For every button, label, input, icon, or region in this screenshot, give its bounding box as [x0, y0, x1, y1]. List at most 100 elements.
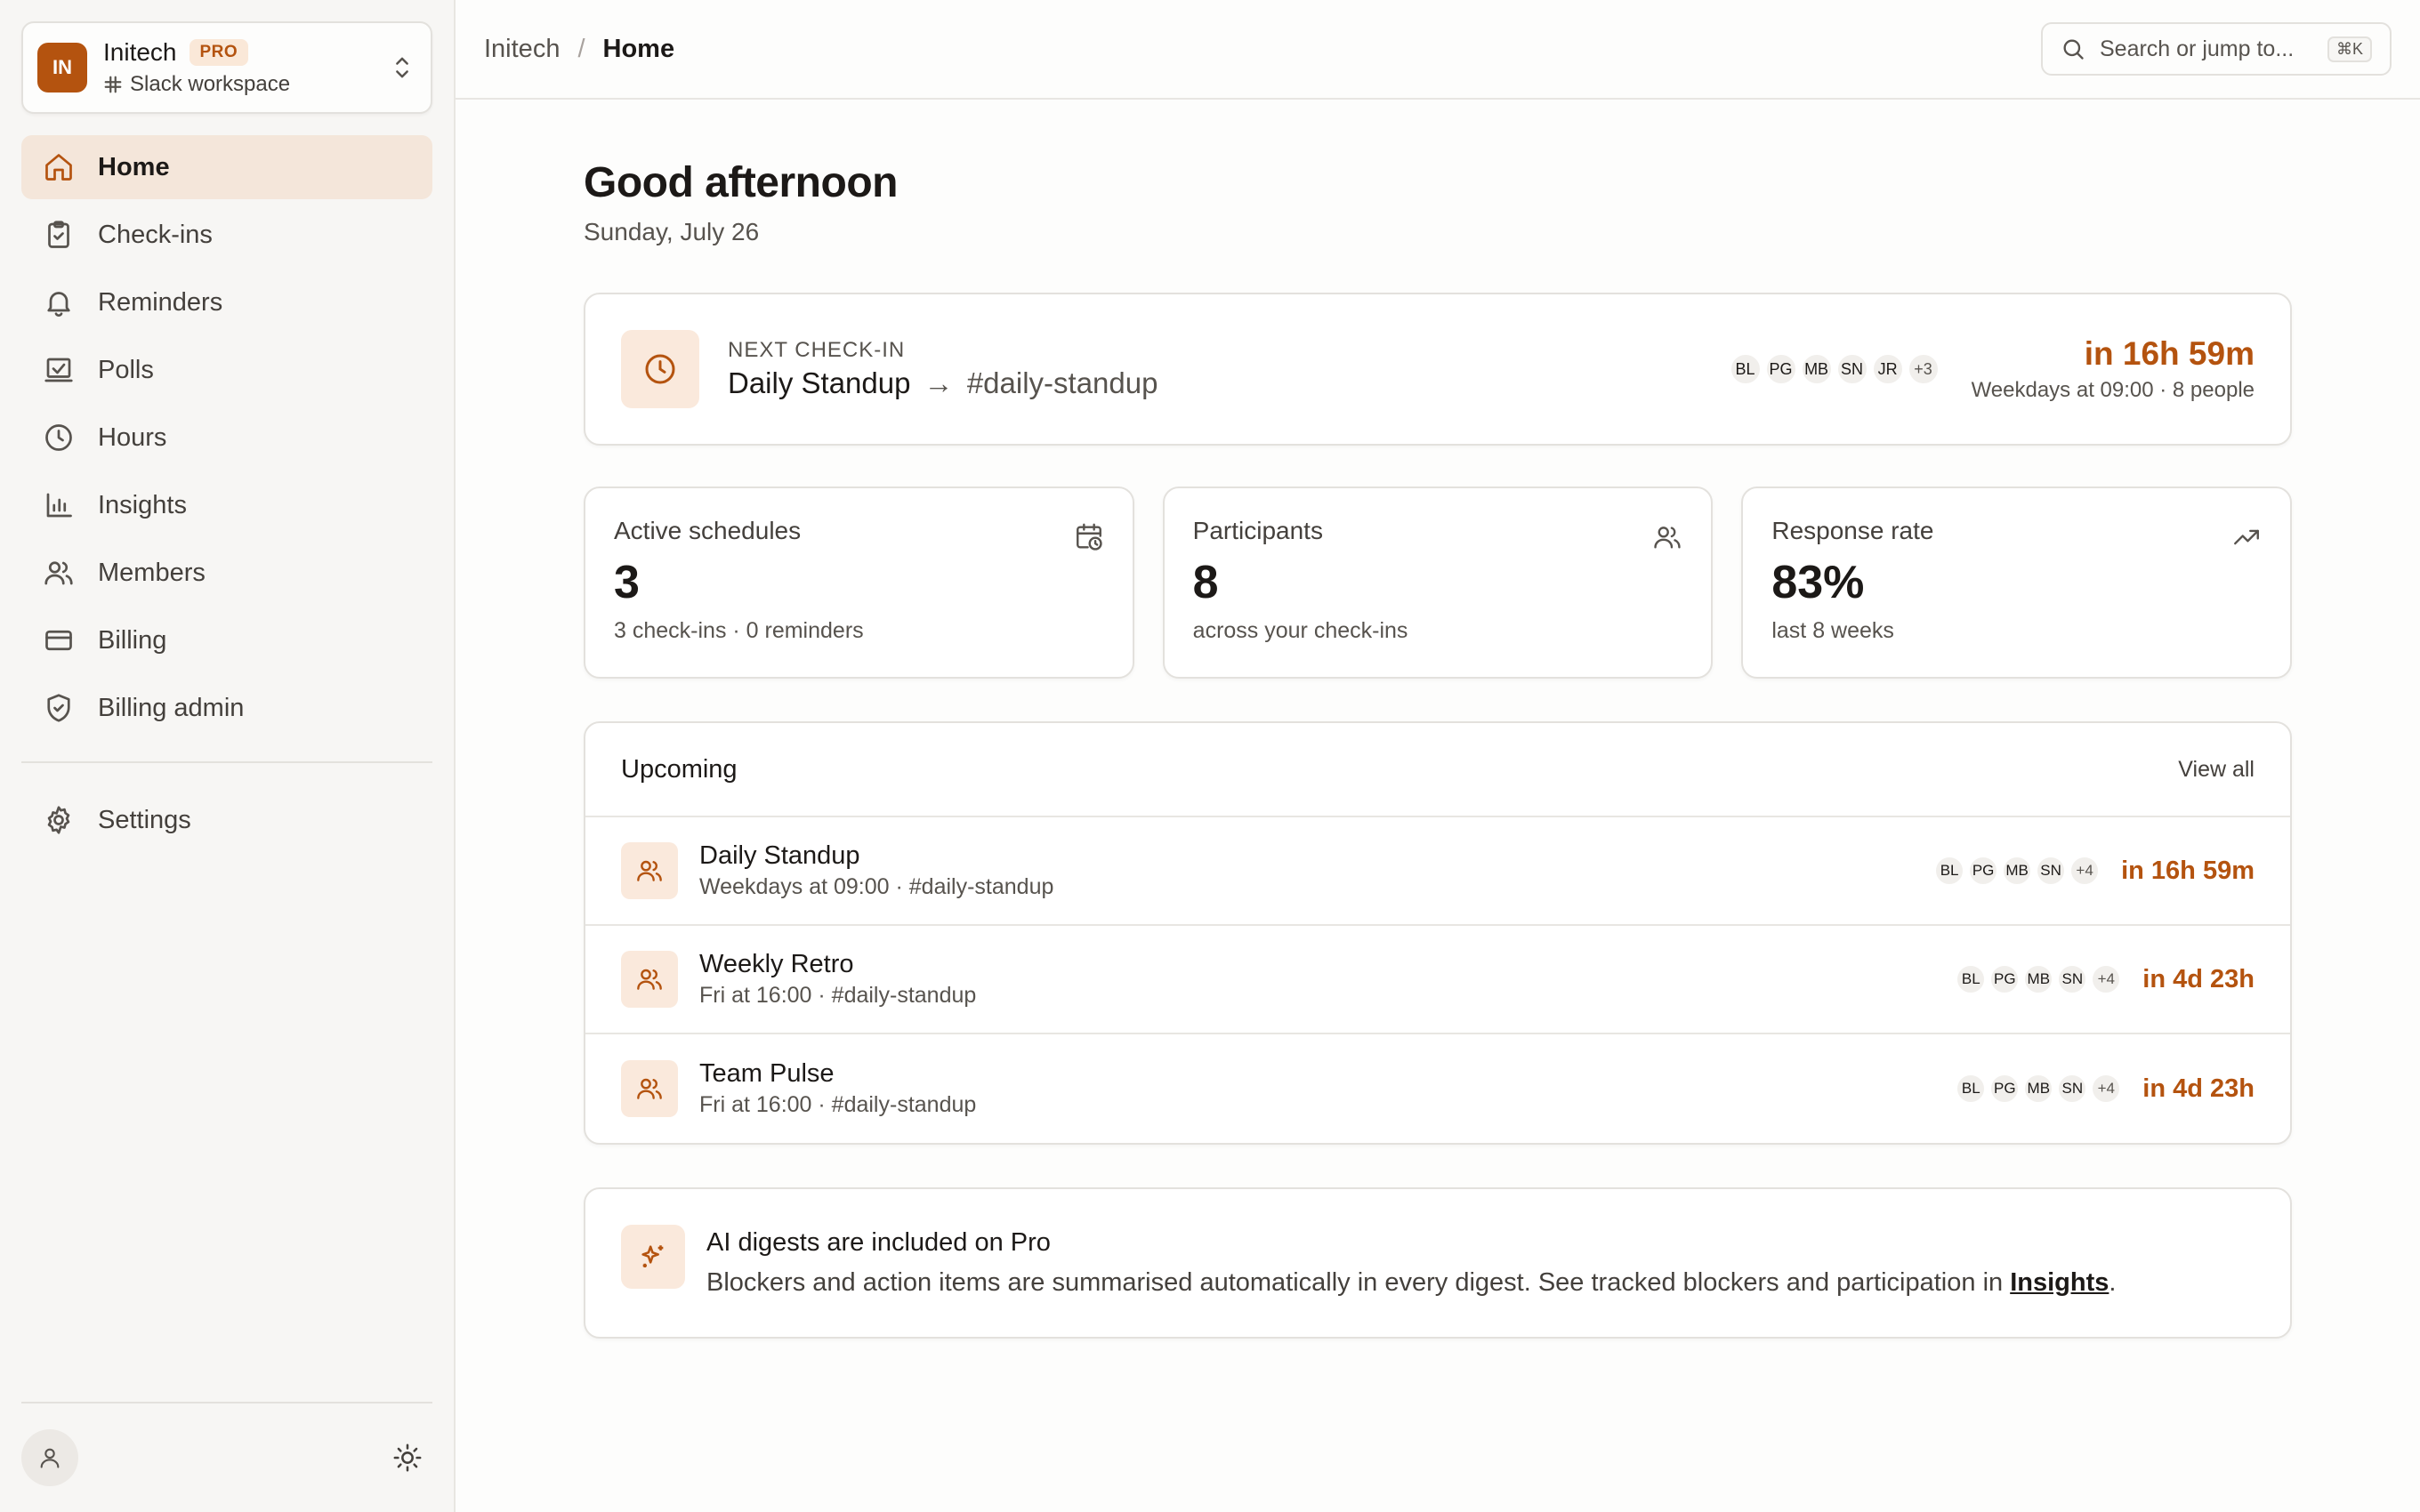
shield-check-icon	[47, 694, 70, 722]
workspace-subtitle-row: Slack workspace	[103, 72, 390, 97]
sidebar-item-polls[interactable]: Polls	[21, 338, 432, 402]
view-all-link[interactable]: View all	[2178, 757, 2255, 783]
ai-digest-period: .	[2109, 1268, 2117, 1297]
checkin-icon-tile	[621, 951, 678, 1008]
sidebar-item-home[interactable]: Home	[21, 135, 432, 199]
sidebar-item-label: Billing	[98, 625, 167, 655]
upcoming-row[interactable]: Team Pulse Fri at 16:00 · #daily-standup…	[585, 1034, 2290, 1143]
sidebar-nav: Home Check-ins Reminders Polls Hours Ins…	[21, 135, 432, 852]
ai-icon-tile	[621, 1225, 685, 1289]
page-date: Sunday, July 26	[584, 218, 760, 245]
sidebar-item-label: Members	[98, 558, 206, 587]
breadcrumb-root[interactable]: Initech	[484, 35, 560, 64]
upcoming-meta: Fri at 16:00 · #daily-standup	[699, 1092, 977, 1117]
stat-subtext: last 8 weeks	[1771, 618, 1894, 643]
user-avatar-button[interactable]	[21, 1429, 78, 1486]
avatar: JR	[1871, 353, 1904, 385]
chevron-up-down-icon	[396, 57, 408, 78]
home-content: Good afternoon Sunday, July 26 NEXT CHEC…	[584, 100, 2293, 1339]
avatar: SN	[2036, 856, 2067, 886]
breadcrumb-separator: /	[577, 34, 585, 63]
upcoming-row[interactable]: Weekly Retro Fri at 16:00 · #daily-stand…	[585, 926, 2290, 1034]
avatar-overflow: +4	[2091, 1074, 2122, 1104]
calendar-clock-icon	[1076, 523, 1102, 551]
sidebar-item-label: Insights	[98, 490, 187, 519]
avatar-overflow: +3	[1907, 353, 1940, 385]
clock-icon	[645, 354, 675, 384]
sidebar-item-label: Settings	[98, 805, 191, 834]
user-icon	[40, 1448, 60, 1468]
credit-card-icon	[45, 630, 72, 651]
sidebar-item-insights[interactable]: Insights	[21, 473, 432, 537]
sidebar-item-settings[interactable]: Settings	[21, 788, 432, 852]
search-placeholder: Search or jump to...	[2100, 36, 2295, 61]
avatar: BL	[1729, 353, 1762, 385]
stat-card-response-rate: Response rate 83% last 8 weeks	[1741, 487, 2293, 679]
clipboard-check-icon	[48, 221, 69, 248]
workspace-switcher[interactable]: IN Initech PRO Slack workspace	[21, 21, 432, 114]
sidebar-item-label: Hours	[98, 422, 167, 452]
stat-subtext: across your check-ins	[1192, 618, 1408, 643]
sidebar-item-label: Check-ins	[98, 220, 213, 249]
poll-icon	[44, 358, 73, 382]
stat-label: Participants	[1192, 517, 1323, 544]
sidebar-footer	[21, 1402, 432, 1512]
sidebar-item-check-ins[interactable]: Check-ins	[21, 203, 432, 267]
sidebar-item-billing-admin[interactable]: Billing admin	[21, 676, 432, 740]
stat-label: Active schedules	[614, 517, 802, 544]
next-checkin-countdown: in 16h 59m	[2084, 335, 2255, 372]
upcoming-name: Daily Standup	[699, 841, 860, 870]
avatar: PG	[1989, 1074, 2021, 1104]
upcoming-info: Weekly Retro Fri at 16:00 · #daily-stand…	[699, 950, 1956, 1009]
sidebar-item-label: Home	[98, 152, 170, 181]
ai-digest-body: Blockers and action items are summarised…	[706, 1268, 2116, 1298]
next-checkin-channel: #daily-standup	[966, 366, 1158, 399]
sidebar-item-members[interactable]: Members	[21, 541, 432, 605]
stat-value: 8	[1192, 557, 1219, 608]
avatar: SN	[2057, 964, 2088, 994]
upcoming-info: Team Pulse Fri at 16:00 · #daily-standup	[699, 1059, 1956, 1118]
search-input[interactable]: Search or jump to... ⌘K	[2041, 22, 2392, 76]
avatar: MB	[2023, 964, 2054, 994]
checkin-icon-tile	[621, 1060, 678, 1117]
upcoming-name: Team Pulse	[699, 1059, 835, 1088]
ai-digest-banner: AI digests are included on Pro Blockers …	[584, 1187, 2292, 1339]
avatar: MB	[1800, 353, 1833, 385]
upcoming-row[interactable]: Daily Standup Weekdays at 09:00 · #daily…	[585, 817, 2290, 926]
workspace-name-row: Initech PRO	[103, 38, 390, 67]
clock-icon	[45, 424, 72, 451]
avatar: BL	[1956, 964, 1987, 994]
sidebar-item-reminders[interactable]: Reminders	[21, 270, 432, 334]
main-area: Initech / Home Search or jump to... ⌘K G…	[456, 0, 2420, 1512]
users-icon	[1654, 527, 1682, 549]
ai-digest-title: AI digests are included on Pro	[706, 1228, 1051, 1257]
avatar: BL	[1934, 856, 1965, 886]
next-checkin-icon-tile	[621, 330, 699, 408]
stats-row: Active schedules 3 3 check-ins · 0 remin…	[584, 487, 2293, 679]
theme-toggle-button[interactable]	[383, 1433, 432, 1483]
upcoming-countdown: in 16h 59m	[2121, 856, 2255, 885]
insights-link[interactable]: Insights	[2010, 1268, 2109, 1297]
sidebar-item-billing[interactable]: Billing	[21, 608, 432, 672]
gear-icon	[47, 806, 70, 834]
sidebar-item-hours[interactable]: Hours	[21, 406, 432, 470]
next-checkin-schedule: Weekdays at 09:00 · 8 people	[1971, 378, 2255, 402]
workspace-info: Initech PRO Slack workspace	[103, 38, 390, 97]
upcoming-meta: Fri at 16:00 · #daily-standup	[699, 983, 977, 1008]
avatar: MB	[2002, 856, 2033, 886]
next-checkin-card[interactable]: NEXT CHECK-IN Daily Standup → #daily-sta…	[584, 293, 2292, 446]
stat-value: 3	[614, 557, 640, 608]
arrow-right-icon: →	[924, 366, 954, 399]
bell-icon	[47, 292, 70, 317]
users-icon	[637, 860, 662, 881]
avatar: SN	[1835, 353, 1868, 385]
top-bar: Initech / Home Search or jump to... ⌘K	[456, 0, 2420, 100]
avatar-overflow: +4	[2069, 856, 2101, 886]
avatar: PG	[1764, 353, 1797, 385]
sidebar-item-label: Billing admin	[98, 693, 245, 722]
next-checkin-label: NEXT CHECK-IN	[728, 338, 906, 362]
breadcrumb: Initech / Home	[484, 35, 674, 64]
search-shortcut: ⌘K	[2327, 36, 2372, 62]
sidebar-item-label: Polls	[98, 355, 154, 384]
stat-card-active-schedules: Active schedules 3 3 check-ins · 0 remin…	[584, 487, 1134, 679]
